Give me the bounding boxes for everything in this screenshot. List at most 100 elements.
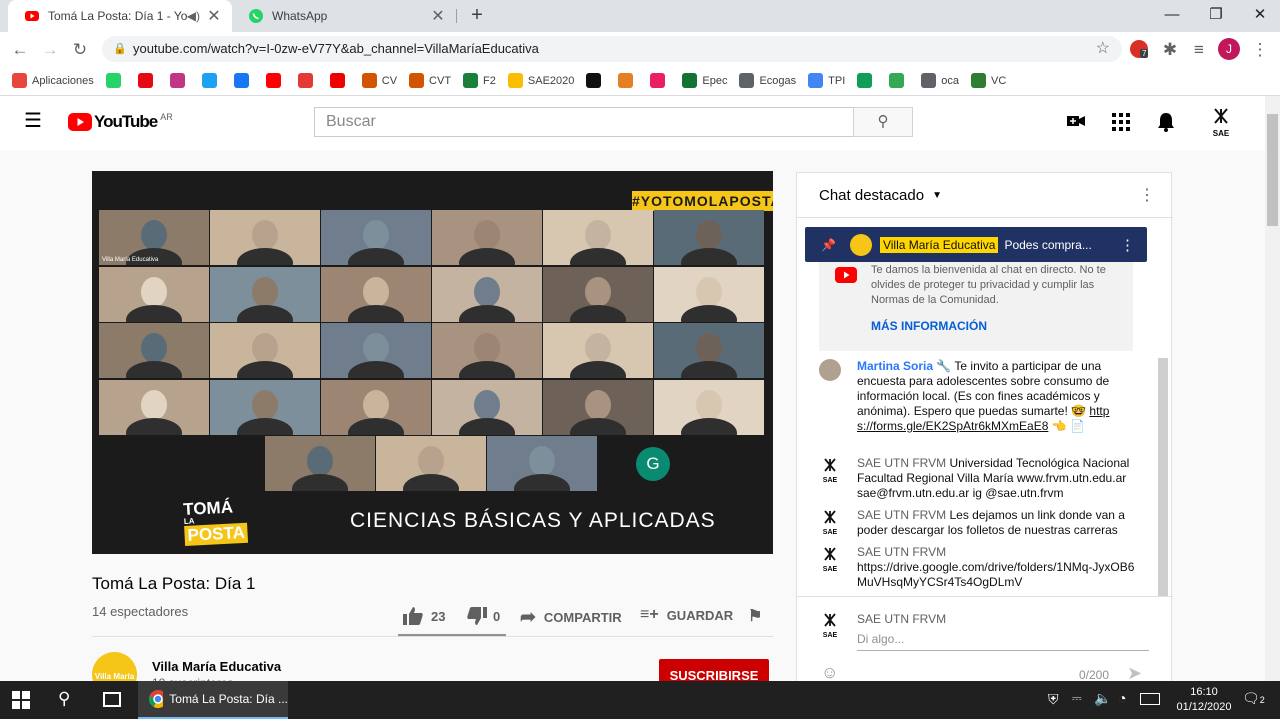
bookmark-item[interactable] (618, 73, 638, 88)
bookmark-item[interactable]: Aplicaciones (12, 73, 94, 88)
windows-start-icon[interactable] (12, 691, 30, 714)
video-player[interactable]: #YOTOMOLAPOSTA Villa María Educativa G TO… (92, 171, 773, 554)
bookmark-item[interactable] (265, 73, 286, 88)
people-icon (618, 73, 634, 88)
bookmark-item[interactable] (650, 73, 670, 88)
address-bar[interactable]: 🔒 youtube.com/watch?v=I-0zw-eV77Y&ab_cha… (102, 36, 1122, 62)
youtube-logo[interactable]: YouTube AR (68, 112, 173, 132)
bookmark-item[interactable] (857, 73, 877, 88)
extension-icon[interactable]: 7 (1130, 40, 1149, 58)
task-view-icon[interactable] (103, 692, 121, 707)
more-info-link[interactable]: MÁS INFORMACIÓN (871, 319, 987, 333)
bookmark-item[interactable] (329, 73, 350, 88)
subscribe-button[interactable]: SUSCRIBIRSE (659, 659, 769, 681)
notifications-icon[interactable]: 🗨2 (1242, 690, 1265, 707)
person-body (570, 304, 626, 322)
channel-avatar[interactable]: Villa María (92, 652, 137, 682)
emoji-icon[interactable]: ☺ (821, 663, 838, 683)
person-body (126, 417, 182, 435)
sae-logo-icon: SAE (819, 547, 841, 573)
bookmark-item[interactable]: CVT (409, 73, 451, 88)
pinned-message[interactable]: 📌 Villa María Educativa Podes compra... … (805, 227, 1147, 262)
page-scrollbar[interactable] (1265, 96, 1280, 681)
participant-tile (654, 379, 764, 435)
person-silhouette (363, 220, 389, 250)
new-tab-button[interactable]: + (466, 4, 488, 28)
wifi-icon[interactable]: ◔ (1118, 690, 1126, 706)
extensions-puzzle-icon[interactable]: ✱ (1158, 38, 1182, 62)
tab-youtube[interactable]: Tomá La Posta: Día 1 - YouTu ◀) ✕ (8, 0, 232, 32)
bookmark-item[interactable]: F2 (463, 73, 496, 88)
keyboard-icon[interactable] (1140, 693, 1160, 705)
reload-icon[interactable]: ↻ (68, 38, 92, 62)
chat-text-tail: 👈 📄 (1048, 419, 1085, 433)
audio-icon[interactable]: ◀) (187, 9, 200, 23)
hamburger-menu-icon[interactable]: ☰ (24, 111, 44, 132)
volume-icon[interactable]: 🔈 (1094, 690, 1111, 707)
forward-icon[interactable]: → (38, 38, 62, 62)
bookmark-label: Aplicaciones (32, 74, 94, 87)
like-button[interactable]: 23 (402, 606, 445, 626)
chat-link-cont[interactable]: s://forms.gle/EK2SpAtr6kMXmEaE8 (857, 419, 1048, 433)
chat-link[interactable]: http (1089, 404, 1109, 418)
divider (92, 636, 773, 637)
bookmark-item[interactable]: VC (971, 73, 1006, 88)
bookmark-label: F2 (483, 74, 496, 87)
bookmark-item[interactable] (233, 73, 254, 88)
bookmark-item[interactable] (297, 73, 318, 88)
bookmark-item[interactable]: Ecogas (739, 73, 796, 88)
page-scroll-thumb[interactable] (1267, 114, 1278, 226)
chat-scrollbar[interactable] (1158, 358, 1168, 596)
restore-icon[interactable]: ❐ (1194, 0, 1238, 30)
channel-name[interactable]: Villa María Educativa (152, 659, 281, 674)
bookmark-item[interactable] (137, 73, 158, 88)
dislike-button[interactable]: 0 (466, 606, 500, 626)
profile-avatar[interactable]: J (1218, 38, 1240, 60)
browser-toolbar: ← → ↻ 🔒 youtube.com/watch?v=I-0zw-eV77Y&… (0, 32, 1280, 66)
pinned-menu-icon[interactable]: ⋮ (1120, 236, 1135, 254)
apps-grid-icon[interactable] (1112, 113, 1130, 136)
bookmark-item[interactable] (169, 73, 190, 88)
tab-whatsapp[interactable]: WhatsApp ✕ (232, 0, 456, 32)
chat-menu-icon[interactable]: ⋮ (1139, 185, 1155, 205)
whatsapp-icon (249, 9, 263, 23)
bookmark-item[interactable]: SAE2020 (507, 73, 575, 88)
bookmark-item[interactable] (201, 73, 222, 88)
bookmark-star-icon[interactable]: ☆ (1096, 36, 1110, 62)
bookmark-item[interactable]: Epec (682, 73, 727, 88)
close-window-icon[interactable]: ✕ (1238, 0, 1280, 30)
bookmark-item[interactable]: CV (361, 73, 397, 88)
media-control-icon[interactable]: ≡ (1187, 38, 1211, 62)
search-input[interactable]: Buscar (314, 107, 854, 137)
report-flag-icon[interactable]: ⚑ (748, 606, 762, 626)
shield-icon[interactable]: ⛨ (1048, 691, 1059, 708)
notifications-bell-icon[interactable] (1156, 111, 1176, 138)
search-icon[interactable]: ⚲ (58, 689, 70, 709)
account-avatar[interactable]: SAE (1210, 108, 1232, 138)
clock[interactable]: 16:10 01/12/2020 (1172, 685, 1236, 715)
menu-kebab-icon[interactable]: ⋮ (1248, 38, 1272, 62)
notif-count: 2 (1259, 695, 1265, 705)
bookmark-item[interactable]: oca (921, 73, 959, 88)
input-author: SAE UTN FRVM (857, 612, 947, 626)
bookmark-item[interactable] (586, 73, 606, 88)
back-icon[interactable]: ← (8, 38, 32, 62)
close-tab-icon[interactable]: ✕ (428, 6, 448, 26)
search-button[interactable]: ⚲ (853, 107, 913, 137)
create-video-icon[interactable] (1066, 111, 1088, 133)
network-icon[interactable]: ⎓ (1072, 691, 1082, 706)
bookmark-label: SAE2020 (527, 74, 575, 87)
toma-la-posta-logo: TOMÁ LA POSTA (183, 497, 263, 549)
close-tab-icon[interactable]: ✕ (204, 6, 224, 26)
save-button[interactable]: ≡+ GUARDAR (640, 606, 733, 624)
bookmark-item[interactable] (105, 73, 126, 88)
share-button[interactable]: ➦ COMPARTIR (520, 606, 622, 629)
participant-tile (99, 266, 209, 322)
taskbar-chrome-app[interactable]: Tomá La Posta: Día ... (138, 681, 288, 719)
chat-input[interactable]: Di algo... (857, 632, 1149, 651)
bookmark-item[interactable] (889, 73, 909, 88)
person-silhouette (529, 446, 555, 477)
minimize-icon[interactable]: — (1150, 0, 1194, 30)
chat-mode-dropdown[interactable]: Chat destacado ▼ (819, 187, 942, 204)
bookmark-item[interactable]: TPI (808, 73, 845, 88)
